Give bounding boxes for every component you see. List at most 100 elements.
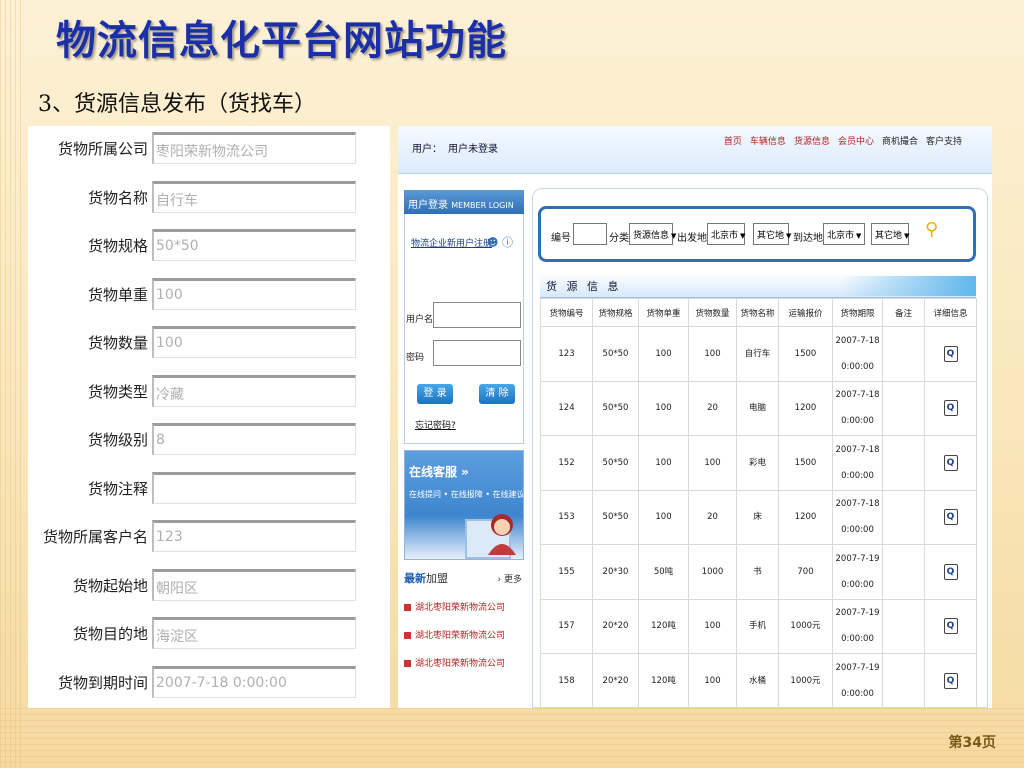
date-text: 2007-7-18: [835, 444, 880, 455]
username-input[interactable]: [433, 302, 521, 328]
table-cell-note: [882, 435, 925, 491]
login-header: 用户登录 MEMBER LOGIN: [404, 190, 524, 214]
from-city-select[interactable]: 北京市 ▼: [707, 223, 745, 245]
table-cell-date: 2007-7-18 0:00:00: [832, 326, 883, 382]
nav-support[interactable]: 客户支持: [926, 137, 962, 147]
table-cell-date: 2007-7-18 0:00:00: [832, 380, 883, 436]
form-label: 货物名称: [87, 188, 148, 207]
time-text: 0:00:00: [841, 416, 874, 427]
table-cell: 700: [778, 544, 833, 600]
table-cell: 50*50: [592, 489, 639, 545]
form-input[interactable]: 朝阳区: [152, 568, 356, 601]
table-cell-date: 2007-7-19 0:00:00: [832, 544, 883, 600]
list-item[interactable]: 湖北枣阳荣新物流公司: [404, 656, 524, 684]
date-text: 2007-7-18: [835, 390, 880, 401]
date-text: 2007-7-18: [835, 335, 880, 346]
form-input[interactable]: 123: [152, 520, 356, 552]
form-label: 货物所属公司: [57, 140, 148, 158]
online-service-title: 在线客服 »: [409, 465, 469, 479]
table-row: 158 20*20 120吨 100 水桶 1000元 2007-7-19 0:00:00 Q: [540, 653, 977, 708]
magnifier-icon[interactable]: Q: [943, 672, 958, 689]
table-cell: 100: [688, 598, 737, 654]
magnifier-icon[interactable]: Q: [943, 563, 958, 580]
form-input[interactable]: 自行车: [152, 180, 356, 213]
table-cell: 1500: [778, 435, 833, 491]
slide-decoration-left: [0, 0, 24, 768]
search-key-icon[interactable]: ⚲: [925, 219, 938, 240]
to-district-select[interactable]: 其它地 ▼: [871, 223, 909, 245]
chevron-down-icon: ▼: [786, 232, 792, 240]
form-input[interactable]: 2007-7-18 0:00:00: [152, 665, 356, 698]
table-row: 155 20*30 50吨 1000 书 700 2007-7-19 0:00:00 Q: [540, 544, 977, 600]
to-label: 到达地:: [793, 233, 827, 244]
list-item[interactable]: 湖北枣阳荣新物流公司: [404, 600, 524, 628]
forgot-password-link[interactable]: 忘记密码?: [415, 418, 456, 431]
date-text: 2007-7-18: [835, 499, 880, 510]
table-cell: 100: [638, 326, 689, 382]
login-box: 物流企业新用户注册 ☻ ⓘ 用户名 密码 登 录 清 除 忘记密码?: [404, 214, 524, 444]
password-input[interactable]: [433, 340, 521, 366]
table-cell-detail: Q: [924, 380, 977, 436]
category-label: 分类: [609, 233, 629, 244]
magnifier-icon[interactable]: Q: [943, 509, 958, 526]
nav-member[interactable]: 会员中心: [838, 137, 874, 147]
nav-cargo[interactable]: 货源信息: [794, 137, 830, 147]
online-service-banner[interactable]: 在线客服 » 在线提问 • 在线报障 • 在线建议: [404, 450, 524, 560]
table-cell: 20: [688, 380, 737, 436]
login-button[interactable]: 登 录: [417, 384, 453, 404]
nav-vehicles[interactable]: 车辆信息: [750, 137, 786, 147]
form-input[interactable]: 100: [152, 277, 356, 310]
more-link[interactable]: › 更多: [498, 572, 522, 585]
chevron-down-icon: ▼: [740, 232, 746, 240]
nav-match[interactable]: 商机撮合: [882, 137, 918, 147]
slide-title: 物流信息化平台网站功能: [56, 17, 507, 64]
support-agent-icon: [488, 514, 516, 555]
magnifier-icon[interactable]: Q: [943, 345, 958, 362]
magnifier-icon[interactable]: Q: [943, 454, 958, 471]
from-district-select[interactable]: 其它地 ▼: [753, 223, 792, 245]
nav-home[interactable]: 首页: [724, 137, 742, 147]
register-link[interactable]: 物流企业新用户注册: [411, 236, 492, 249]
form-label: 货物单重: [87, 285, 148, 304]
form-row: 货物到期时间 2007-7-18 0:00:00: [28, 662, 390, 702]
form-label: 货物目的地: [72, 625, 148, 643]
code-input[interactable]: [573, 223, 607, 245]
column-header: 货物期限: [832, 298, 883, 327]
form-input[interactable]: 8: [152, 423, 356, 455]
form-label: 货物所属客户名: [42, 528, 148, 546]
to-city-select[interactable]: 北京市 ▼: [823, 223, 865, 245]
form-row: 货物起始地 朝阳区: [28, 565, 390, 605]
header-decoration: [840, 276, 976, 296]
help-icon[interactable]: ⓘ: [502, 236, 513, 249]
table-cell: 手机: [736, 598, 779, 654]
slide-decoration-bottom: [0, 708, 1024, 768]
time-text: 0:00:00: [841, 525, 874, 536]
column-header: 详细信息: [924, 298, 977, 327]
form-input[interactable]: 冷藏: [152, 374, 356, 407]
chevron-down-icon: ▼: [671, 232, 677, 240]
clear-button[interactable]: 清 除: [479, 384, 515, 404]
column-header: 备注: [882, 298, 925, 327]
form-input[interactable]: 海淀区: [152, 617, 356, 649]
table-cell: 50*50: [592, 435, 639, 491]
form-row: 货物名称 自行车: [28, 177, 390, 217]
table-cell-note: [882, 380, 925, 436]
magnifier-icon[interactable]: Q: [943, 400, 958, 417]
category-select[interactable]: 货源信息 ▼: [629, 223, 677, 245]
table-cell-detail: Q: [924, 598, 977, 654]
form-input[interactable]: [152, 471, 356, 504]
table-cell: 书: [736, 544, 779, 600]
list-item[interactable]: 湖北枣阳荣新物流公司: [404, 628, 524, 656]
form-row: 货物级别 8: [28, 419, 390, 459]
user-status-text: 用户未登录: [448, 144, 498, 155]
time-text: 0:00:00: [841, 361, 874, 372]
new-members-list: 湖北枣阳荣新物流公司 湖北枣阳荣新物流公司 湖北枣阳荣新物流公司: [404, 600, 524, 684]
form-input[interactable]: 50*50: [152, 229, 356, 261]
table-cell: 124: [540, 380, 593, 436]
column-header: 货物数量: [688, 298, 737, 327]
form-input[interactable]: 枣阳荣新物流公司: [152, 132, 356, 164]
form-input[interactable]: 100: [152, 326, 356, 358]
magnifier-icon[interactable]: Q: [943, 618, 958, 635]
table-cell: 20*30: [592, 544, 639, 600]
table-cell: 1500: [778, 326, 833, 382]
